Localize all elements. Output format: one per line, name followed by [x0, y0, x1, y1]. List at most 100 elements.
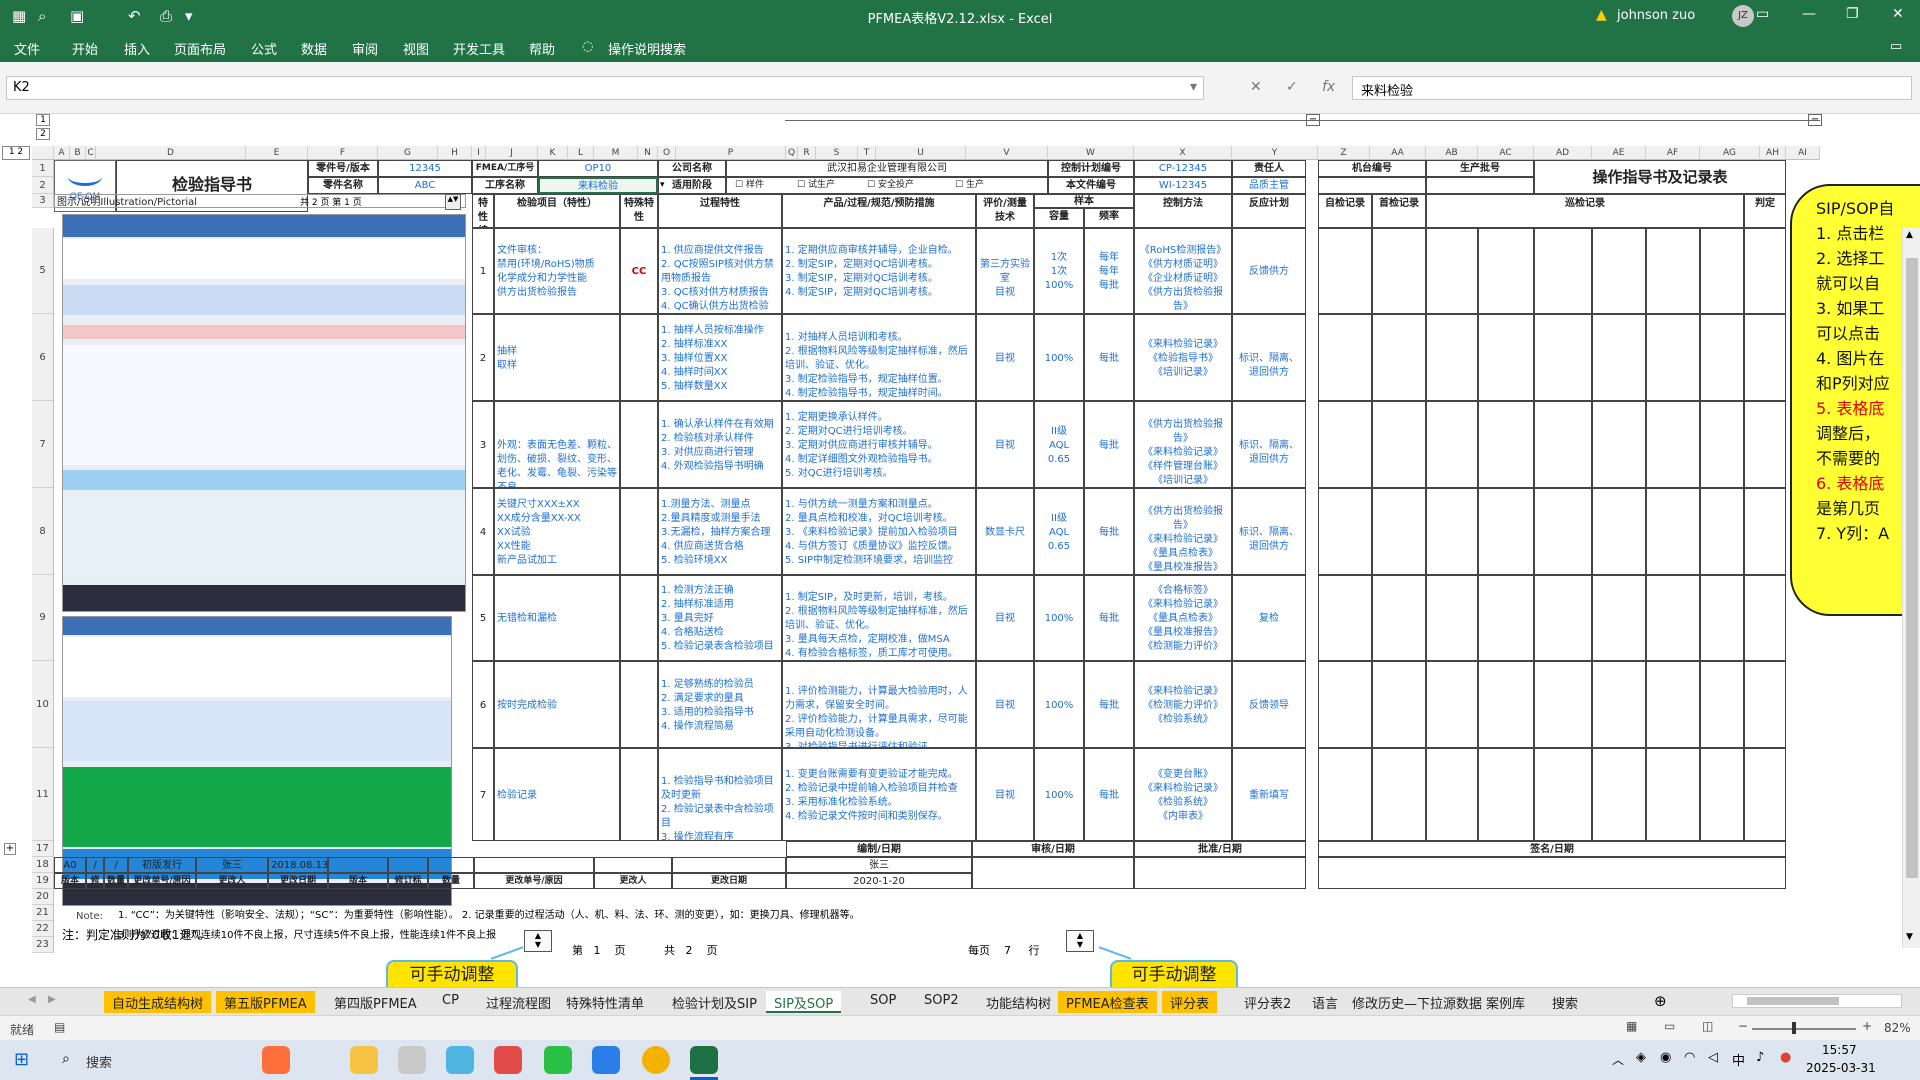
sheet-tab[interactable]: PFMEA检查表	[1058, 991, 1157, 1013]
column-header-o[interactable]: O	[658, 146, 676, 160]
sheet-tab[interactable]: 第五版PFMEA	[216, 991, 315, 1013]
row-3-reaction[interactable]: 标识、隔离、退回供方	[1232, 401, 1306, 488]
row-4-size[interactable]: II级 AQL 0.65	[1034, 488, 1084, 575]
column-header-ah[interactable]: AH	[1760, 146, 1786, 160]
column-header-d[interactable]: D	[96, 146, 246, 160]
record-cell[interactable]	[1534, 488, 1592, 575]
formula-input[interactable]: 来料检验	[1352, 76, 1912, 100]
record-cell[interactable]	[1700, 748, 1744, 841]
row-header-17[interactable]: 17	[32, 841, 54, 857]
fmea-value[interactable]: OP10	[538, 160, 658, 177]
record-cell[interactable]	[1646, 661, 1700, 748]
scroll-up-icon[interactable]: ▲	[1906, 230, 1913, 240]
record-cell[interactable]	[1700, 575, 1744, 661]
record-cell[interactable]	[1478, 228, 1534, 314]
wechat-icon[interactable]	[544, 1046, 572, 1074]
record-cell[interactable]	[1478, 748, 1534, 841]
tab-insert[interactable]: 插入	[124, 39, 150, 58]
tray-icon-2[interactable]: ◉	[1660, 1050, 1671, 1065]
tray-expand-icon[interactable]: ︿	[1612, 1051, 1624, 1068]
revision-cell-3[interactable]: /	[104, 857, 128, 873]
column-header-af[interactable]: AF	[1646, 146, 1700, 160]
row-4-char-no[interactable]: 4	[472, 488, 494, 575]
record-cell[interactable]	[1534, 661, 1592, 748]
column-header-n[interactable]: N	[638, 146, 658, 160]
tell-me-search[interactable]: 操作说明搜索	[608, 39, 686, 58]
row-header-18[interactable]: 18	[32, 857, 54, 873]
row-3-freq[interactable]: 每批	[1084, 401, 1134, 488]
column-header-t[interactable]: T	[858, 146, 876, 160]
doc-no-value[interactable]: WI-12345	[1134, 177, 1232, 194]
app-icon-3[interactable]	[494, 1046, 522, 1074]
record-cell[interactable]	[1700, 661, 1744, 748]
record-cell[interactable]	[1372, 575, 1426, 661]
expand-rows-button[interactable]: +	[4, 843, 16, 855]
row-2-measures[interactable]: 1. 对抽样人员培训和考核。 2. 根据物料风险等级制定抽样标准，然后培训、验证…	[782, 314, 976, 401]
column-header-ae[interactable]: AE	[1592, 146, 1646, 160]
app-tray-icon[interactable]: ●	[1780, 1050, 1791, 1065]
column-header-f[interactable]: F	[308, 146, 378, 160]
row-header-23[interactable]: 23	[32, 937, 54, 953]
row-7-reaction[interactable]: 重新填写	[1232, 748, 1306, 841]
record-cell[interactable]	[1646, 575, 1700, 661]
widget-icon[interactable]	[262, 1046, 290, 1074]
record-cell[interactable]	[1700, 401, 1744, 488]
tab-scroll-left-icon[interactable]: ◀	[28, 994, 36, 1005]
part-name-value[interactable]: ABC	[378, 177, 472, 194]
column-header-g[interactable]: G	[378, 146, 438, 160]
column-header-ab[interactable]: AB	[1426, 146, 1478, 160]
record-cell[interactable]	[1744, 401, 1786, 488]
record-cell[interactable]	[1478, 575, 1534, 661]
record-cell[interactable]	[1372, 661, 1426, 748]
record-cell[interactable]	[1592, 488, 1646, 575]
record-cell[interactable]	[1592, 401, 1646, 488]
row-7-control[interactable]: 《变更台账》 《来料检验记录》 《检验系统》 《内审表》	[1134, 748, 1232, 841]
record-cell[interactable]	[1318, 488, 1372, 575]
revision-cell-4[interactable]: 初版发行	[128, 857, 196, 873]
warning-icon[interactable]: ▲	[1596, 7, 1607, 23]
record-cell[interactable]	[1372, 228, 1426, 314]
revision-cell-1[interactable]: A0	[54, 857, 86, 873]
row-7-char-no[interactable]: 7	[472, 748, 494, 841]
worksheet[interactable]: 1 2 1 2 − − A B C D E F G H I J K L M N O P Q R S T U V W X Y Z AA…	[0, 114, 1920, 987]
row-header-21[interactable]: 21	[32, 905, 54, 921]
row-3-special[interactable]	[620, 401, 658, 488]
row-6-size[interactable]: 100%	[1034, 661, 1084, 748]
sound-icon[interactable]: ♪	[1756, 1050, 1764, 1065]
record-cell[interactable]	[1700, 228, 1744, 314]
comments-icon[interactable]: ▭	[1890, 39, 1902, 54]
taskbar-search[interactable]: 搜索	[86, 1052, 112, 1071]
row-4-special[interactable]	[620, 488, 658, 575]
row-5-eval[interactable]: 目视	[976, 575, 1034, 661]
sheet-tab[interactable]: 自动生成结构树	[104, 991, 212, 1013]
group-end-button[interactable]: −	[1306, 114, 1320, 126]
row-header-2[interactable]: 2	[32, 177, 54, 194]
zoom-out-icon[interactable]: −	[1738, 1019, 1748, 1033]
row-3-char-no[interactable]: 3	[472, 401, 494, 488]
column-header-x[interactable]: X	[1134, 146, 1232, 160]
sheet-tab[interactable]: 评分表2	[1236, 991, 1299, 1013]
outline-level-2[interactable]: 2	[36, 128, 50, 140]
machine-value[interactable]	[1318, 177, 1426, 194]
row-2-eval[interactable]: 目视	[976, 314, 1034, 401]
row-2-process-char[interactable]: 1. 抽样人员按标准操作 2. 抽样标准XX 3. 抽样位置XX 4. 抽样时间…	[658, 314, 782, 401]
record-cell[interactable]	[1646, 401, 1700, 488]
row-4-control[interactable]: 《供方出货检验报告》 《来料检验记录》 《量具点检表》 《量具校准报告》	[1134, 488, 1232, 575]
record-cell[interactable]	[1426, 314, 1478, 401]
record-cell[interactable]	[1534, 314, 1592, 401]
scroll-thumb[interactable]	[1906, 258, 1918, 878]
row-7-freq[interactable]: 每批	[1084, 748, 1134, 841]
tab-help[interactable]: 帮助	[529, 39, 555, 58]
sheet-tab[interactable]: 第四版PFMEA	[326, 991, 425, 1013]
sheet-tab[interactable]: 功能结构树	[978, 991, 1059, 1013]
record-cell[interactable]	[1592, 228, 1646, 314]
row-1-char-no[interactable]: 1	[472, 228, 494, 314]
row-1-control[interactable]: 《RoHS检测报告》 《供方材质证明》 《企业材质证明》 《供方出货检验报告》	[1134, 228, 1232, 314]
close-icon[interactable]: ✕	[1892, 6, 1904, 22]
row-header-7[interactable]: 7	[32, 401, 54, 488]
sheet-tab[interactable]: 搜索	[1544, 991, 1586, 1013]
record-cell[interactable]	[1700, 314, 1744, 401]
record-cell[interactable]	[1372, 401, 1426, 488]
checkbox-production[interactable]: ☐ 生产	[955, 179, 984, 192]
column-header-s[interactable]: S	[816, 146, 858, 160]
